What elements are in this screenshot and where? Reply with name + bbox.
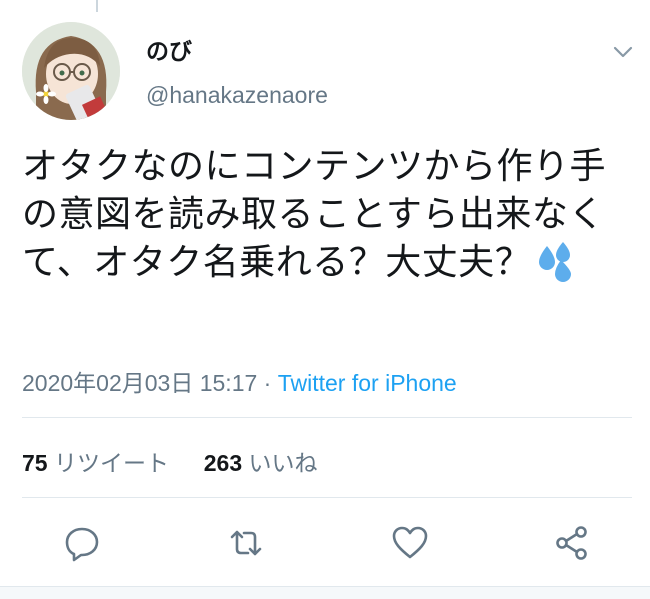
bottom-bar — [0, 586, 650, 599]
tweet-text: オタクなのにコンテンツから作り手の意図を読み取ることすら出来なくて、オタク名乗れ… — [22, 143, 634, 287]
retweet-count[interactable]: 75 — [22, 450, 48, 476]
share-button[interactable] — [552, 523, 592, 563]
divider — [22, 497, 632, 498]
thread-connector-line — [96, 0, 98, 12]
author-display-name[interactable]: のび — [146, 32, 192, 66]
reply-button[interactable] — [62, 523, 102, 563]
reply-icon — [65, 527, 99, 562]
divider — [22, 417, 632, 418]
author-handle[interactable]: @hanakazenaore — [146, 82, 328, 109]
like-count[interactable]: 263 — [204, 450, 242, 476]
sweat-droplets-icon — [535, 240, 577, 282]
retweet-icon — [230, 530, 262, 556]
like-icon — [392, 526, 428, 559]
share-icon — [556, 526, 587, 560]
tweet-meta: 2020年02月03日 15:17 · Twitter for iPhone — [22, 364, 457, 398]
avatar[interactable] — [22, 22, 120, 120]
timestamp: 2020年02月03日 15:17 — [22, 370, 258, 396]
like-label[interactable]: いいね — [249, 450, 318, 476]
tweet-body: オタクなのにコンテンツから作り手の意図を読み取ることすら出来なくて、オタク名乗れ… — [22, 146, 607, 283]
retweet-button[interactable] — [226, 523, 266, 563]
avatar-illustration — [22, 22, 120, 120]
chevron-down-icon[interactable] — [612, 44, 634, 60]
source-link[interactable]: Twitter for iPhone — [278, 370, 457, 396]
meta-separator: · — [263, 370, 272, 396]
engagement-stats: 75 リツイート 263 いいね — [22, 444, 318, 478]
retweet-label[interactable]: リツイート — [54, 450, 169, 476]
like-button[interactable] — [390, 523, 430, 563]
